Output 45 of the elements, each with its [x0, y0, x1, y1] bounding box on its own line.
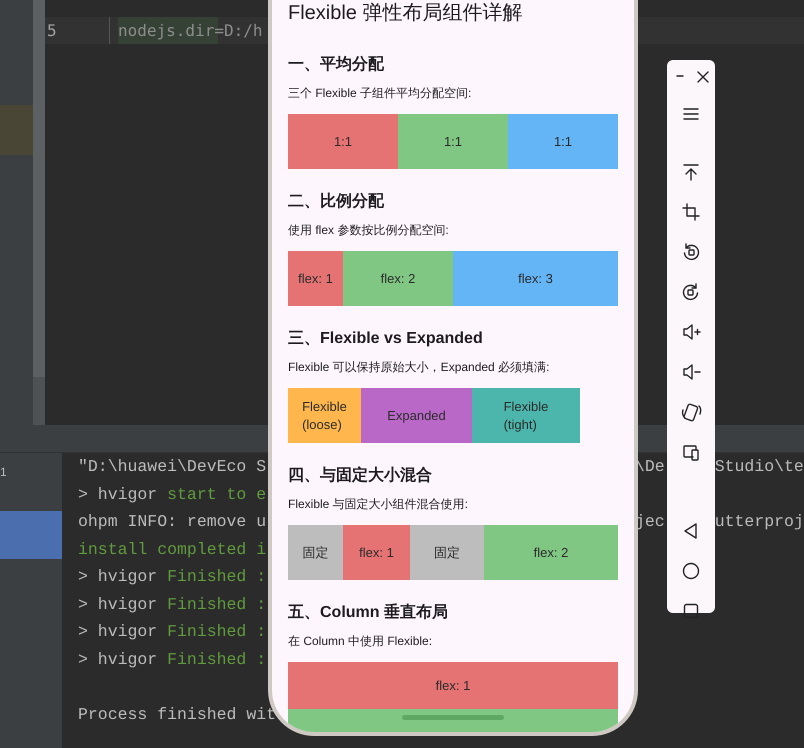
terminal-text: > hvigor [78, 594, 158, 616]
terminal-text: > hvigor [78, 621, 158, 643]
terminal-text: > hvigor [78, 648, 158, 670]
terminal-text: > hvigor [78, 566, 158, 588]
flex-block: Flexible (loose) [288, 388, 361, 443]
terminal-text: Process finished wit [78, 704, 276, 726]
terminal-text: start to e [167, 484, 266, 506]
section-heading: 三、Flexible vs Expanded [288, 329, 484, 349]
page-title: Flexible 弹性布局组件详解 [288, 1, 524, 26]
section-description: Flexible 与固定大小组件混合使用: [288, 496, 470, 513]
section-heading: 五、Column 垂直布局 [288, 603, 449, 623]
flex-block: flex: 2 [343, 251, 453, 306]
section-description: 在 Column 中使用 Flexible: [288, 633, 434, 650]
flex-block: flex: 3 [453, 251, 618, 306]
flex-block: 1:1 [288, 114, 398, 169]
flex-block: flex: 2 [484, 525, 618, 580]
flex-block: flex: 1 [343, 525, 410, 580]
section-description: 使用 flex 参数按比例分配空间: [288, 222, 450, 239]
flex-block: Expanded [361, 388, 472, 443]
terminal-text: > hvigor [78, 484, 158, 506]
section-heading: 一、平均分配 [288, 55, 386, 75]
terminal-text: Finished : [167, 621, 266, 643]
terminal-text: \De [635, 456, 665, 478]
flex-block: Flexible (tight) [472, 388, 580, 443]
flex-block: 1:1 [508, 114, 618, 169]
flex-block: flex: 1 [288, 662, 618, 709]
flex-block: 固定 [288, 525, 343, 580]
section-heading: 二、比例分配 [288, 192, 386, 212]
section-description: Flexible 可以保持原始大小，Expanded 必须填满: [288, 359, 550, 376]
terminal-text: "D:\huawei\DevEco S [78, 456, 266, 478]
terminal-text: install completed i [78, 538, 266, 560]
terminal-text: jec [635, 511, 665, 533]
flex-block: 1:1 [398, 114, 508, 169]
terminal-text: Studio\te [714, 456, 804, 478]
section-heading: 四、与固定大小混合 [288, 466, 433, 486]
terminal-text: ohpm INFO: remove u [78, 511, 266, 533]
terminal-text: utterproj [714, 511, 804, 533]
flex-block: flex: 1 [288, 251, 343, 306]
flex-block: 固定 [410, 525, 484, 580]
terminal-text: Finished : [167, 566, 266, 588]
panel-label: 1 [0, 464, 8, 481]
line-number: 5 [45, 17, 110, 44]
section-description: 三个 Flexible 子组件平均分配空间: [288, 85, 472, 102]
terminal-text: Finished : [167, 594, 266, 616]
terminal-text: Finished : [167, 648, 266, 670]
